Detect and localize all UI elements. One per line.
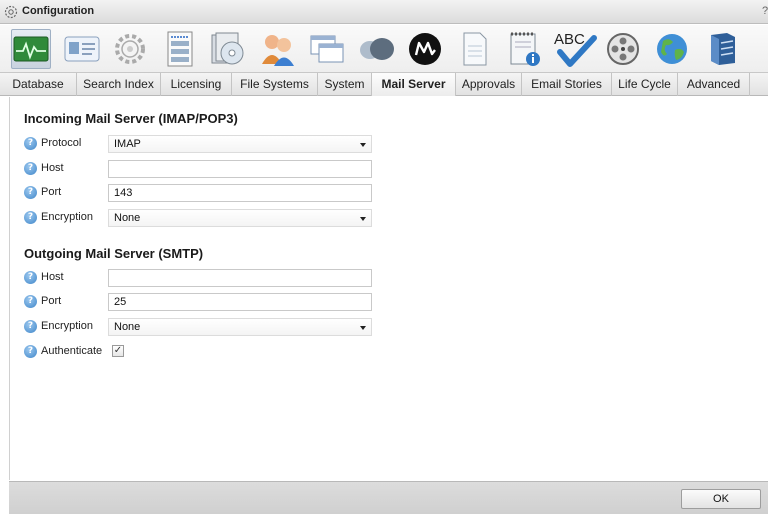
tab-approvals[interactable]: Approvals (456, 73, 522, 96)
document-icon[interactable] (455, 29, 495, 69)
filesystem-server-icon[interactable] (160, 29, 200, 69)
help-icon[interactable]: ? (24, 186, 37, 199)
incoming-port-label: Port (41, 186, 62, 198)
mail-server-m-icon[interactable] (405, 29, 445, 69)
incoming-host-label: Host (41, 162, 64, 174)
users-icon[interactable] (258, 29, 298, 69)
outgoing-port-input[interactable]: 25 (108, 293, 372, 311)
outgoing-encryption-value: None (114, 321, 141, 333)
chevron-down-icon (360, 326, 366, 330)
tab-email-stories[interactable]: Email Stories (522, 73, 612, 96)
chevron-down-icon (360, 217, 366, 221)
tab-search-index[interactable]: Search Index (77, 73, 161, 96)
protocol-select[interactable]: IMAP (108, 135, 372, 153)
title-bar: Configuration ? (0, 0, 768, 24)
incoming-port-input[interactable]: 143 (108, 184, 372, 202)
tab-file-systems[interactable]: File Systems (232, 73, 318, 96)
help-icon[interactable]: ? (24, 320, 37, 333)
database-monitor-icon[interactable] (11, 29, 51, 69)
config-tab-bar: Database Search Index Licensing File Sys… (0, 72, 768, 96)
configuration-window: Configuration ? ABC Database Search Inde… (0, 0, 768, 514)
server-stack-icon[interactable] (702, 29, 742, 69)
help-icon[interactable]: ? (24, 345, 37, 358)
tab-life-cycle[interactable]: Life Cycle (612, 73, 678, 96)
outgoing-encryption-select[interactable]: None (108, 318, 372, 336)
protocol-label: Protocol (41, 137, 82, 149)
outgoing-host-row: ? Host (24, 269, 394, 287)
disc-files-icon[interactable] (208, 29, 248, 69)
tab-database[interactable]: Database (0, 73, 77, 96)
tab-mail-server[interactable]: Mail Server (372, 73, 456, 96)
licensing-gear-icon[interactable] (110, 29, 150, 69)
abc-icon-text: ABC (554, 31, 585, 48)
tab-system[interactable]: System (318, 73, 372, 96)
incoming-encryption-label: Encryption (41, 211, 93, 223)
help-icon[interactable]: ? (24, 137, 37, 150)
mail-server-panel: Incoming Mail Server (IMAP/POP3) ? Proto… (9, 97, 768, 480)
tab-advanced[interactable]: Advanced (678, 73, 750, 96)
help-icon[interactable]: ? (24, 211, 37, 224)
incoming-protocol-row: ? Protocol IMAP (24, 135, 394, 153)
authenticate-row: ? Authenticate ✓ (24, 343, 394, 361)
abc-spellcheck-icon[interactable]: ABC (552, 29, 598, 69)
module-icon-toolbar: ABC (0, 25, 768, 72)
outgoing-section-title: Outgoing Mail Server (SMTP) (24, 246, 204, 261)
chevron-down-icon (360, 143, 366, 147)
help-button[interactable]: ? (762, 5, 768, 17)
outgoing-host-input[interactable] (108, 269, 372, 287)
incoming-encryption-row: ? Encryption None (24, 209, 394, 227)
help-icon[interactable]: ? (24, 295, 37, 308)
authenticate-checkbox[interactable]: ✓ (112, 345, 124, 357)
outgoing-port-row: ? Port 25 (24, 293, 394, 311)
outgoing-port-label: Port (41, 295, 62, 307)
outgoing-host-label: Host (41, 271, 64, 283)
tab-licensing[interactable]: Licensing (161, 73, 232, 96)
help-icon[interactable]: ? (24, 271, 37, 284)
incoming-encryption-select[interactable]: None (108, 209, 372, 227)
dialog-footer: OK (9, 481, 768, 514)
clouds-icon[interactable] (357, 29, 397, 69)
windows-icon[interactable] (307, 29, 347, 69)
outgoing-encryption-label: Encryption (41, 320, 93, 332)
protocol-value: IMAP (114, 138, 141, 150)
window-title: Configuration (22, 5, 95, 17)
incoming-host-input[interactable] (108, 160, 372, 178)
incoming-section-title: Incoming Mail Server (IMAP/POP3) (24, 111, 238, 126)
notepad-info-icon[interactable] (505, 29, 545, 69)
incoming-port-row: ? Port 143 (24, 184, 394, 202)
globe-icon[interactable] (652, 29, 692, 69)
ok-button[interactable]: OK (681, 489, 761, 509)
authenticate-label: Authenticate (41, 345, 103, 357)
incoming-encryption-value: None (114, 212, 141, 224)
id-card-icon[interactable] (62, 29, 102, 69)
incoming-host-row: ? Host (24, 160, 394, 178)
outgoing-encryption-row: ? Encryption None (24, 318, 394, 336)
film-reel-icon[interactable] (603, 29, 643, 69)
help-icon[interactable]: ? (24, 162, 37, 175)
gear-icon (4, 5, 18, 19)
